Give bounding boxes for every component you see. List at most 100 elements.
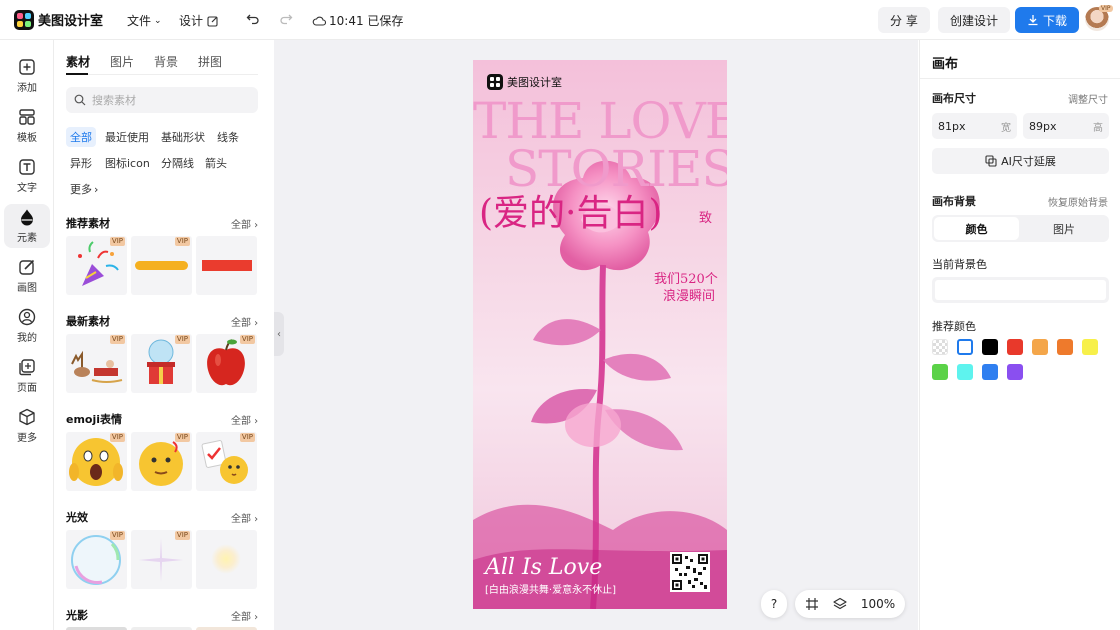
red-rectangle-shape xyxy=(202,260,252,271)
poster-footer-sub: [白由浪漫共舞·爱意永不休止] xyxy=(485,585,616,596)
file-menu[interactable]: 文件 ⌄ xyxy=(127,12,162,29)
search-input[interactable]: 搜索素材 xyxy=(66,87,258,113)
ai-extend-button[interactable]: AI尺寸延展 xyxy=(932,148,1109,174)
section-all-link[interactable]: 全部 › xyxy=(231,314,258,329)
undo-icon[interactable] xyxy=(246,12,260,26)
chevron-left-icon: ‹ xyxy=(277,328,281,340)
section-all-link[interactable]: 全部 › xyxy=(231,608,258,623)
chip-dividers[interactable]: 分隔线 xyxy=(157,153,198,173)
height-unit: 高 xyxy=(1093,122,1103,134)
nav-item-template[interactable]: 模板 xyxy=(4,104,50,148)
design-menu[interactable]: 设计 xyxy=(179,12,219,29)
download-button[interactable]: 下载 xyxy=(1015,7,1080,33)
nav-item-elements[interactable]: 元素 xyxy=(4,204,50,248)
poster-brand: 美图设计室 xyxy=(487,74,562,90)
tab-materials[interactable]: 素材 xyxy=(66,53,90,70)
help-button[interactable]: ? xyxy=(761,590,787,618)
poster-subtitle: (爱的·告白) xyxy=(479,193,663,234)
asset-party-popper[interactable]: VIP xyxy=(66,236,127,295)
zoom-level[interactable]: 100% xyxy=(861,597,895,611)
color-swatch[interactable] xyxy=(932,364,948,380)
asset-sparkle[interactable]: VIP xyxy=(131,530,192,589)
current-bg-swatch[interactable] xyxy=(932,277,1109,303)
nav-item-draw[interactable]: 画图 xyxy=(4,254,50,298)
tab-active-indicator xyxy=(66,73,88,75)
poster-brand-text: 美图设计室 xyxy=(507,76,562,89)
avatar[interactable]: VIP xyxy=(1085,5,1113,31)
asset-emoji-thinking[interactable]: VIP xyxy=(131,432,192,491)
collapse-panel-handle[interactable]: ‹ xyxy=(274,312,284,356)
nav-item-add[interactable]: 添加 xyxy=(4,54,50,98)
section-all-link[interactable]: 全部 › xyxy=(231,510,258,525)
resize-link[interactable]: 调整尺寸 xyxy=(1068,91,1108,106)
color-swatch[interactable] xyxy=(1057,339,1073,355)
plus-square-icon xyxy=(19,59,35,75)
color-swatch[interactable] xyxy=(1007,339,1023,355)
section-title: 最新素材 xyxy=(66,315,110,328)
chip-irregular[interactable]: 异形 xyxy=(66,153,96,173)
chip-icons[interactable]: 图标icon xyxy=(101,153,154,173)
chip-lines[interactable]: 线条 xyxy=(213,127,243,147)
section-all-link[interactable]: 全部 › xyxy=(231,412,258,427)
logo-mark-icon xyxy=(14,9,34,30)
tab-backgrounds[interactable]: 背景 xyxy=(154,53,178,70)
color-swatch[interactable] xyxy=(1082,339,1098,355)
user-icon xyxy=(18,308,36,326)
tab-collage[interactable]: 拼图 xyxy=(198,53,222,70)
vip-badge: VIP xyxy=(109,531,125,540)
color-swatch[interactable] xyxy=(957,339,973,355)
left-nav: 添加 模板 文字 元素 画图 我的 页面 更多 xyxy=(0,40,54,630)
search-placeholder: 搜索素材 xyxy=(92,94,136,107)
asset-bubble[interactable]: VIP xyxy=(66,530,127,589)
reset-bg-link[interactable]: 恢复原始背景 xyxy=(1048,194,1108,209)
color-swatch[interactable] xyxy=(957,364,973,380)
chip-more[interactable]: 更多 › xyxy=(66,179,102,199)
vip-badge: VIP xyxy=(109,335,125,344)
chip-arrows[interactable]: 箭头 xyxy=(201,153,231,173)
create-design-button[interactable]: 创建设计 xyxy=(938,7,1011,33)
redo-icon[interactable] xyxy=(279,12,293,26)
width-field[interactable]: 81px 宽 xyxy=(932,113,1017,139)
height-value: 89px xyxy=(1029,119,1057,133)
tab-images[interactable]: 图片 xyxy=(110,53,134,70)
vip-badge: VIP xyxy=(239,433,255,442)
chip-basic-shapes[interactable]: 基础形状 xyxy=(157,127,209,147)
nav-item-text[interactable]: 文字 xyxy=(4,154,50,198)
color-swatch[interactable] xyxy=(1032,339,1048,355)
app-logo[interactable]: 美图设计室 xyxy=(14,9,103,30)
color-swatch[interactable] xyxy=(1007,364,1023,380)
asset-apple[interactable]: VIP xyxy=(196,334,257,393)
design-poster[interactable]: 美图设计室 THE LOVE STORIES (爱的·告白) 致 我们520个 … xyxy=(473,60,727,609)
nav-label: 元素 xyxy=(17,233,37,244)
color-swatch[interactable] xyxy=(982,364,998,380)
chip-all[interactable]: 全部 xyxy=(66,127,96,147)
asset-gift-globe[interactable]: VIP xyxy=(131,334,192,393)
height-field[interactable]: 89px 高 xyxy=(1023,113,1109,139)
color-swatch[interactable] xyxy=(982,339,998,355)
nav-item-mine[interactable]: 我的 xyxy=(4,304,50,348)
search-icon xyxy=(74,94,86,106)
asset-sleigh[interactable]: VIP xyxy=(66,334,127,393)
nav-item-pages[interactable]: 页面 xyxy=(4,354,50,398)
chip-recent[interactable]: 最近使用 xyxy=(101,127,153,147)
asset-red-rectangle[interactable] xyxy=(196,236,257,295)
layers-icon[interactable] xyxy=(833,597,847,611)
section-title: emoji表情 xyxy=(66,413,123,426)
asset-glow[interactable] xyxy=(196,530,257,589)
vip-badge: VIP xyxy=(109,237,125,246)
asset-yellow-brush[interactable]: VIP xyxy=(131,236,192,295)
asset-emoji-check[interactable]: VIP xyxy=(196,432,257,491)
chevron-down-icon: ⌄ xyxy=(154,15,162,26)
section-all-link[interactable]: 全部 › xyxy=(231,216,258,231)
bg-tab-image[interactable]: 图片 xyxy=(1021,217,1107,240)
nav-label: 更多 xyxy=(17,433,37,444)
glow-effect xyxy=(211,544,241,574)
share-button[interactable]: 分 享 xyxy=(878,7,930,33)
color-swatch[interactable] xyxy=(932,339,948,355)
grid-icon[interactable] xyxy=(805,597,819,611)
all-label: 全部 xyxy=(231,318,251,329)
bg-tab-color[interactable]: 颜色 xyxy=(934,217,1019,240)
recommended-colors-label: 推荐颜色 xyxy=(932,320,976,333)
nav-item-more[interactable]: 更多 xyxy=(4,404,50,448)
asset-emoji-scream[interactable]: VIP xyxy=(66,432,127,491)
